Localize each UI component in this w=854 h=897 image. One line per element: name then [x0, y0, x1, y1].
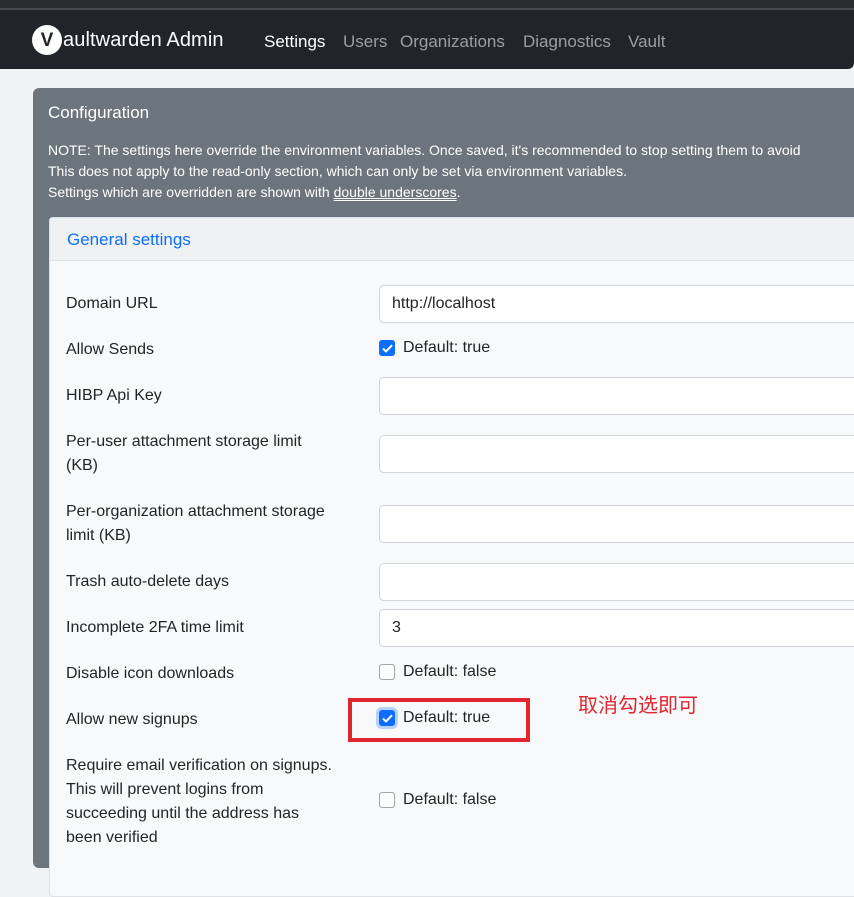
email-verification-label-line3: succeeding until the address has	[66, 805, 300, 822]
browser-top-strip	[0, 0, 854, 10]
checkmark-icon	[381, 344, 393, 353]
org-storage-limit-input[interactable]	[379, 505, 854, 543]
user-storage-limit-label-line1: Per-user attachment storage limit	[66, 433, 302, 450]
configuration-note: NOTE: The settings here override the env…	[48, 140, 801, 203]
note-line-3: Settings which are overridden are shown …	[48, 182, 801, 203]
nav-settings[interactable]: Settings	[264, 32, 325, 52]
allow-sends-label: Allow Sends	[66, 341, 155, 358]
trash-auto-delete-input[interactable]	[379, 563, 854, 601]
nav-diagnostics[interactable]: Diagnostics	[523, 32, 611, 52]
email-verification-label: Require email verification on signups. T…	[66, 754, 332, 850]
disable-icon-downloads-default: Default: false	[403, 663, 497, 680]
double-underscores-text: double underscores	[333, 184, 457, 200]
disable-icon-downloads-label: Disable icon downloads	[66, 665, 235, 682]
annotation-text: 取消勾选即可	[578, 695, 698, 717]
email-verification-label-line1: Require email verification on signups.	[66, 757, 332, 774]
configuration-title: Configuration	[48, 103, 150, 122]
allow-sends-checkbox-row[interactable]: Default: true	[379, 339, 490, 357]
allow-sends-checkbox[interactable]	[379, 340, 395, 356]
allow-sends-default: Default: true	[403, 339, 491, 356]
highlight-box	[348, 698, 530, 742]
email-verification-checkbox[interactable]	[379, 792, 395, 808]
vaultwarden-logo-icon: V	[32, 25, 62, 55]
configuration-card: Configuration NOTE: The settings here ov…	[33, 88, 854, 897]
disable-icon-downloads-row[interactable]: Default: false	[379, 663, 496, 681]
org-storage-limit-label-line1: Per-organization attachment storage	[66, 503, 325, 520]
hibp-api-key-label: HIBP Api Key	[66, 387, 162, 404]
brand-text: aultwarden Admin	[63, 28, 224, 51]
brand[interactable]: V aultwarden Admin	[32, 23, 224, 57]
user-storage-limit-label: Per-user attachment storage limit (KB)	[66, 430, 302, 478]
note-line-3-suffix: .	[456, 184, 461, 200]
disable-icon-downloads-checkbox[interactable]	[379, 664, 395, 680]
org-storage-limit-label: Per-organization attachment storage limi…	[66, 500, 325, 548]
nav-organizations[interactable]: Organizations	[400, 32, 505, 52]
note-line-2: This does not apply to the read-only sec…	[48, 163, 627, 179]
note-line-3-prefix: Settings which are overridden are shown …	[48, 184, 334, 200]
nav-vault[interactable]: Vault	[628, 32, 666, 52]
allow-new-signups-label: Allow new signups	[66, 711, 198, 728]
email-verification-default: Default: false	[403, 791, 497, 808]
user-storage-limit-input[interactable]	[379, 435, 854, 473]
note-line-1: NOTE: The settings here override the env…	[48, 142, 801, 158]
hibp-api-key-input[interactable]	[379, 377, 854, 415]
nav-users[interactable]: Users	[343, 32, 387, 52]
top-navbar: V aultwarden Admin Settings Users Organi…	[0, 10, 854, 69]
email-verification-row[interactable]: Default: false	[379, 791, 496, 809]
general-settings-title[interactable]: General settings	[67, 230, 191, 250]
incomplete-2fa-input[interactable]	[379, 609, 854, 647]
domain-url-label: Domain URL	[66, 295, 158, 312]
email-verification-label-line4: been verified	[66, 829, 158, 846]
user-storage-limit-label-line2: (KB)	[66, 457, 98, 474]
incomplete-2fa-label: Incomplete 2FA time limit	[66, 619, 244, 636]
domain-url-input[interactable]	[379, 285, 854, 323]
email-verification-label-line2: This will prevent logins from	[66, 781, 264, 798]
trash-auto-delete-label: Trash auto-delete days	[66, 573, 230, 590]
org-storage-limit-label-line2: limit (KB)	[66, 527, 131, 544]
general-settings-header[interactable]: General settings	[50, 218, 854, 261]
